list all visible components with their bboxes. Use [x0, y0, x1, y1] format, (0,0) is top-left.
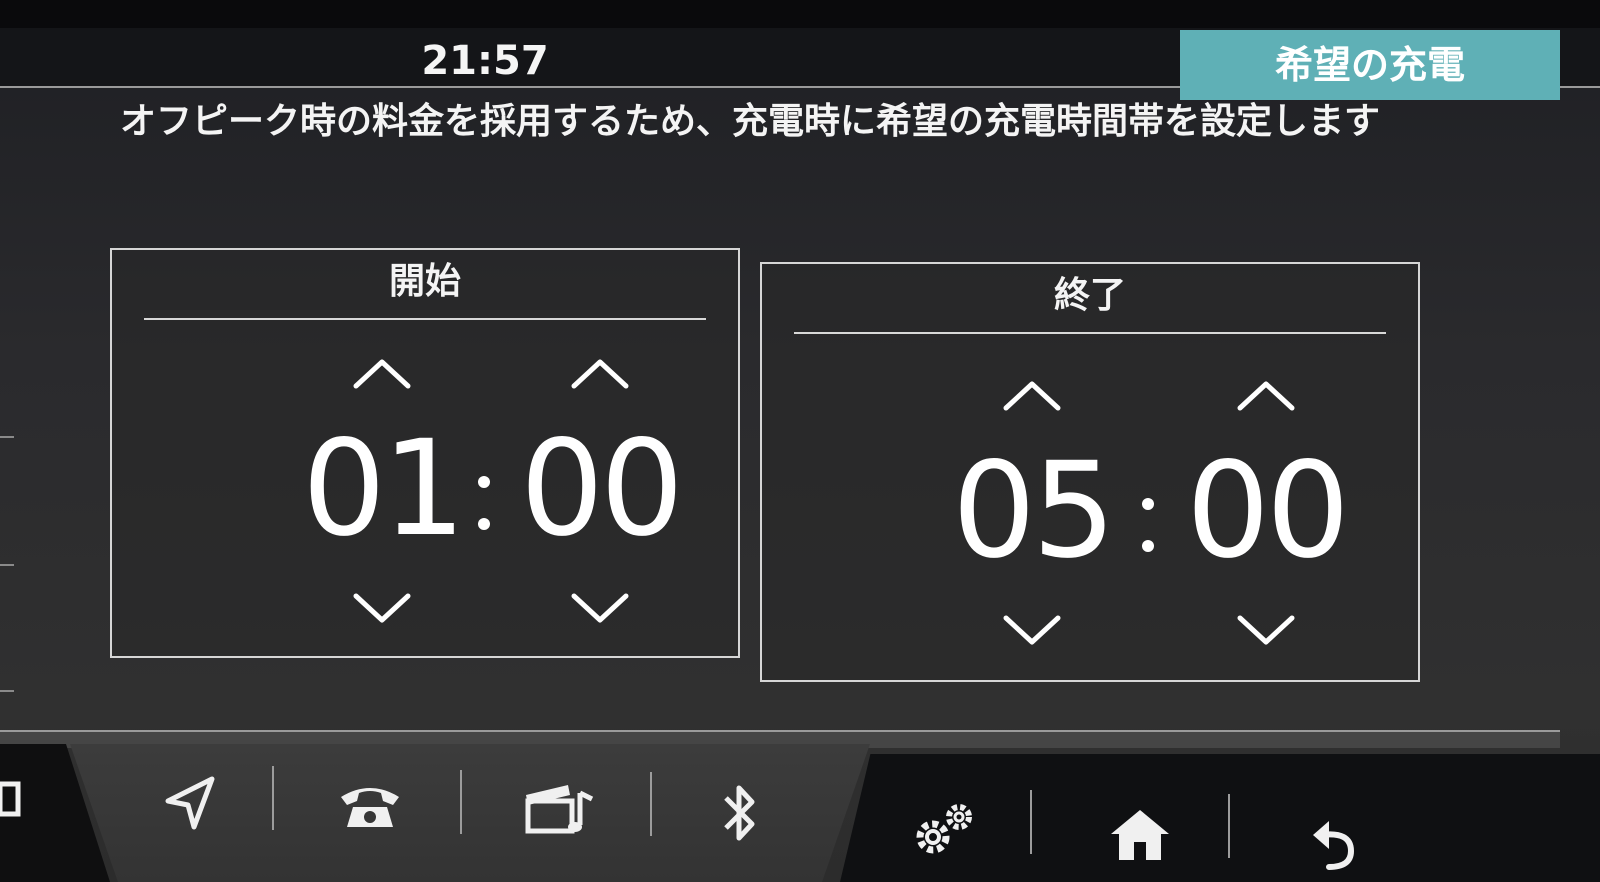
- start-minute-spinner: 00: [520, 346, 684, 646]
- media-clapper-note-icon: [525, 785, 594, 834]
- time-separator: [1138, 488, 1158, 568]
- end-hour-spinner: 05: [952, 368, 1116, 668]
- chevron-down-icon: [1237, 615, 1295, 645]
- nav-media-button[interactable]: [505, 764, 615, 854]
- bezel-top: [0, 0, 1600, 28]
- partial-edge-icon[interactable]: [0, 776, 26, 826]
- start-hour-down-button[interactable]: [352, 592, 412, 626]
- chevron-up-icon: [1237, 381, 1295, 411]
- nav-home-button[interactable]: [1090, 790, 1190, 880]
- panel-divider: [144, 318, 706, 320]
- nav-settings-button[interactable]: [900, 784, 990, 874]
- nav-divider: [650, 772, 652, 836]
- end-hour-up-button[interactable]: [1002, 378, 1062, 412]
- nav-divider: [272, 766, 274, 830]
- end-time-panel: 終了 05 00: [760, 262, 1420, 682]
- start-minute-up-button[interactable]: [570, 356, 630, 390]
- end-hour-value[interactable]: 05: [952, 426, 1116, 596]
- infotainment-screen: 21:57 希望の充電 オフピーク時の料金を採用するため、充電時に希望の充電時間…: [0, 0, 1600, 882]
- end-minute-down-button[interactable]: [1236, 614, 1296, 648]
- description-text: オフピーク時の料金を採用するため、充電時に希望の充電時間帯を設定します: [120, 101, 1381, 142]
- left-edge-tick: [0, 564, 14, 566]
- start-time-panel: 開始 01 00: [110, 248, 740, 658]
- end-label: 終了: [1053, 275, 1126, 316]
- nav-bluetooth-button[interactable]: [700, 768, 780, 858]
- navigation-arrow-icon: [165, 776, 215, 830]
- panel-divider: [794, 332, 1386, 334]
- start-hour-up-button[interactable]: [352, 356, 412, 390]
- page-title: 希望の充電: [1180, 30, 1560, 100]
- nav-back-button[interactable]: [1290, 796, 1380, 882]
- end-hour-down-button[interactable]: [1002, 614, 1062, 648]
- chevron-up-icon: [353, 359, 411, 389]
- chevron-down-icon: [353, 593, 411, 623]
- clock: 21:57: [421, 38, 549, 84]
- bottom-navigation-bar: [0, 730, 1600, 882]
- left-edge-tick: [0, 690, 14, 692]
- end-minute-spinner: 00: [1186, 368, 1350, 668]
- chevron-down-icon: [1003, 615, 1061, 645]
- chevron-up-icon: [1003, 381, 1061, 411]
- start-hour-spinner: 01: [302, 346, 466, 646]
- start-minute-down-button[interactable]: [570, 592, 630, 626]
- gears-icon: [916, 804, 972, 854]
- back-arrow-icon: [1313, 821, 1355, 870]
- start-minute-value[interactable]: 00: [520, 404, 684, 574]
- left-edge-tick: [0, 436, 14, 438]
- chevron-down-icon: [571, 593, 629, 623]
- end-minute-up-button[interactable]: [1236, 378, 1296, 412]
- time-separator: [474, 466, 494, 546]
- nav-divider: [1228, 794, 1230, 858]
- phone-icon: [341, 788, 399, 827]
- chevron-up-icon: [571, 359, 629, 389]
- nav-divider: [1030, 790, 1032, 854]
- start-hour-value[interactable]: 01: [302, 404, 466, 574]
- nav-navigation-button[interactable]: [140, 758, 240, 848]
- home-icon: [1111, 810, 1169, 860]
- start-label: 開始: [388, 261, 461, 302]
- nav-divider: [460, 770, 462, 834]
- bluetooth-icon: [724, 785, 755, 841]
- end-minute-value[interactable]: 00: [1186, 426, 1350, 596]
- nav-phone-button[interactable]: [320, 760, 420, 850]
